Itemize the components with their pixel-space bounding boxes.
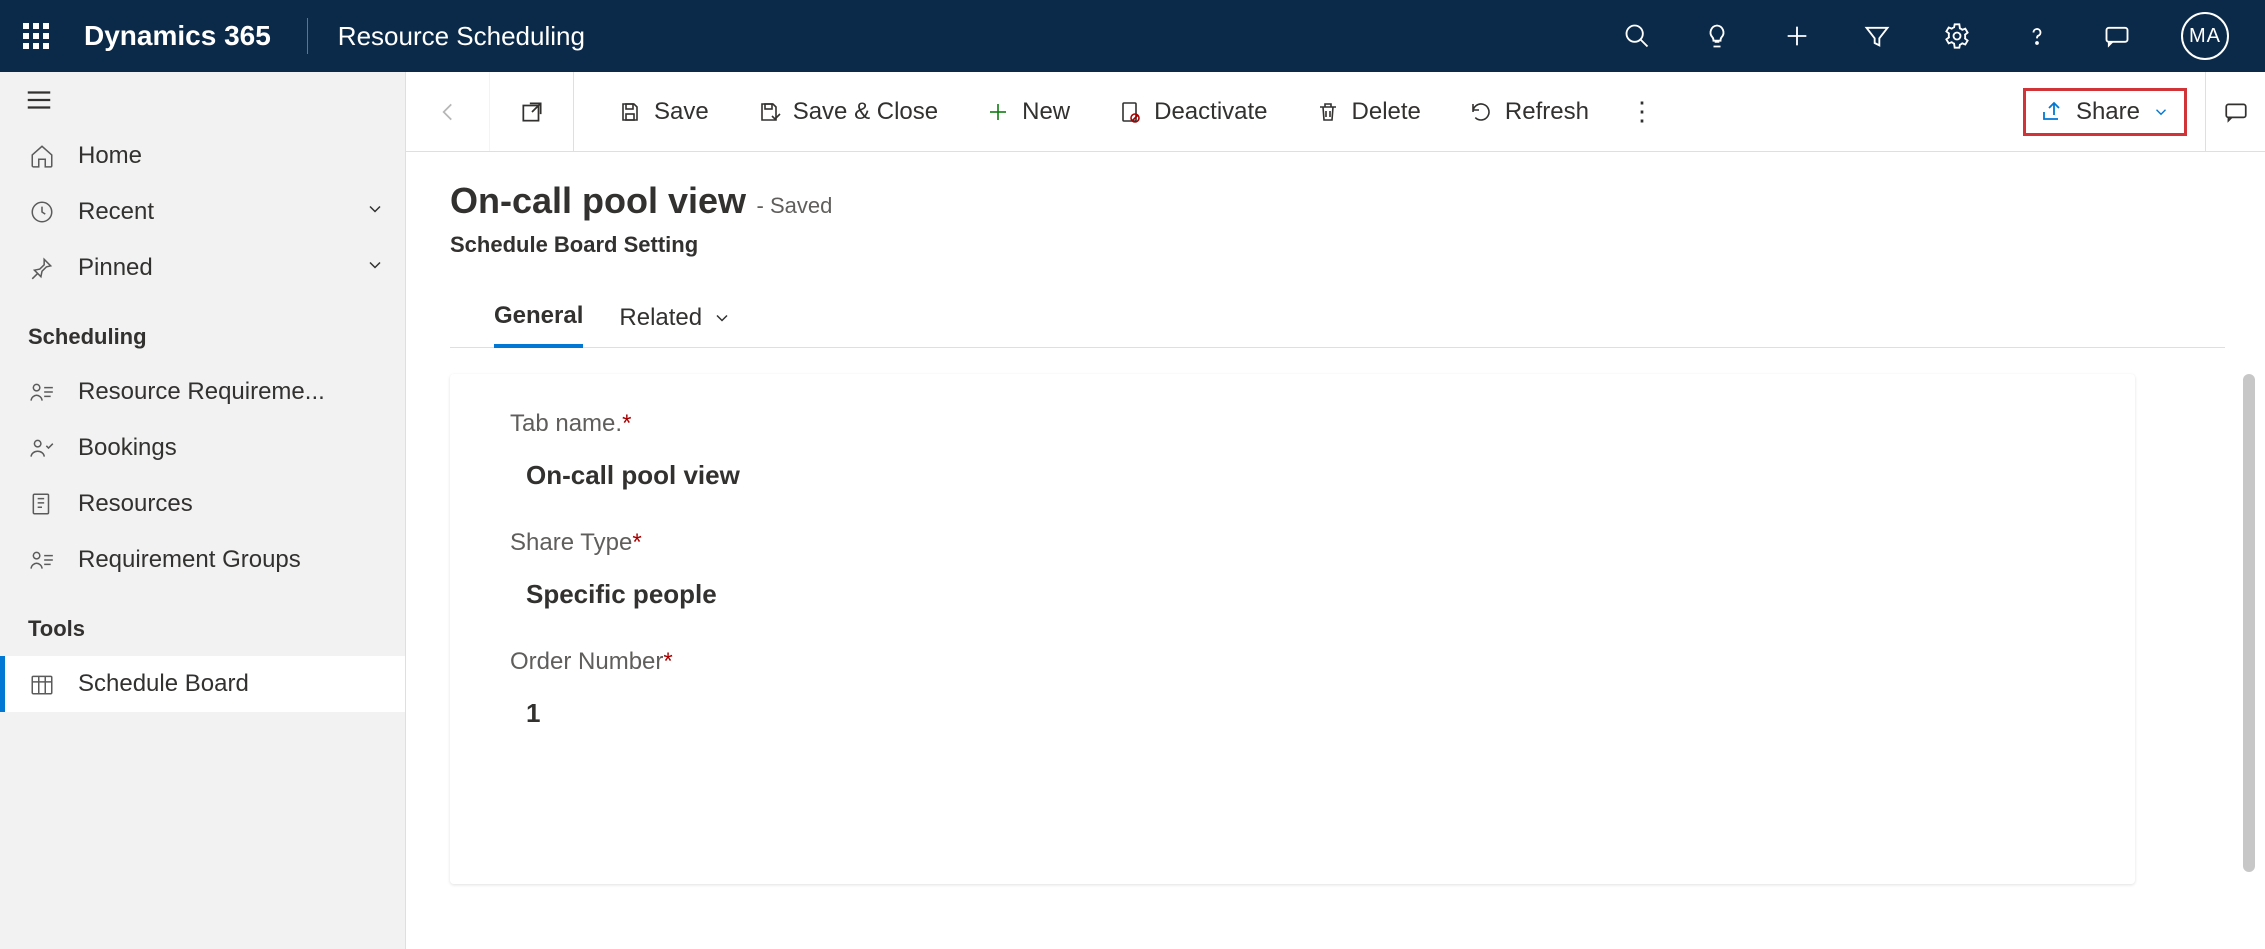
share-button[interactable]: Share <box>2023 88 2187 136</box>
field-value[interactable]: On-call pool view <box>510 460 2075 491</box>
share-icon <box>2040 100 2064 124</box>
save-close-label: Save & Close <box>793 98 938 126</box>
form-section-general: Tab name.* On-call pool view Share Type*… <box>450 374 2135 884</box>
nav-item-label: Resource Requireme... <box>78 378 325 406</box>
nav-requirement-groups[interactable]: Requirement Groups <box>0 532 405 588</box>
command-bar: Save Save & Close New Deactivate Delete <box>406 72 2265 152</box>
delete-label: Delete <box>1352 98 1421 126</box>
global-top-bar: Dynamics 365 Resource Scheduling MA <box>0 0 2265 72</box>
tab-general[interactable]: General <box>494 292 583 348</box>
clock-icon <box>28 198 56 226</box>
chevron-down-icon <box>2152 103 2170 121</box>
refresh-button[interactable]: Refresh <box>1465 90 1593 134</box>
filter-icon[interactable] <box>1861 20 1893 52</box>
tab-related[interactable]: Related <box>619 294 732 346</box>
people-list-icon <box>28 378 56 406</box>
main-content: Save Save & Close New Deactivate Delete <box>406 72 2265 949</box>
more-commands-button[interactable]: ⋮ <box>1629 96 1655 127</box>
field-value[interactable]: Specific people <box>510 579 2075 610</box>
nav-pinned-label: Pinned <box>78 254 153 282</box>
resources-icon <box>28 490 56 518</box>
field-label: Tab name.* <box>510 410 2075 438</box>
record-header: On-call pool view - Saved Schedule Board… <box>406 152 2265 348</box>
person-check-icon <box>28 434 56 462</box>
search-icon[interactable] <box>1621 20 1653 52</box>
home-icon <box>28 142 56 170</box>
nav-item-label: Schedule Board <box>78 670 249 698</box>
waffle-icon <box>23 23 49 49</box>
nav-home-label: Home <box>78 142 142 170</box>
open-new-window-button[interactable] <box>490 72 574 151</box>
field-label: Order Number* <box>510 648 2075 676</box>
app-launcher-button[interactable] <box>12 12 60 60</box>
save-button[interactable]: Save <box>614 90 713 134</box>
nav-recent[interactable]: Recent <box>0 184 405 240</box>
record-entity-name: Schedule Board Setting <box>450 232 2225 258</box>
field-tab-name[interactable]: Tab name.* On-call pool view <box>510 410 2075 491</box>
app-name[interactable]: Resource Scheduling <box>338 21 585 52</box>
lightbulb-icon[interactable] <box>1701 20 1733 52</box>
nav-home[interactable]: Home <box>0 128 405 184</box>
nav-item-label: Bookings <box>78 434 177 462</box>
settings-gear-icon[interactable] <box>1941 20 1973 52</box>
save-label: Save <box>654 98 709 126</box>
tab-label: Related <box>619 304 702 332</box>
pin-icon <box>28 254 56 282</box>
chevron-down-icon <box>365 254 385 282</box>
nav-collapse-button[interactable] <box>0 72 405 128</box>
nav-section-scheduling: Scheduling <box>0 296 405 364</box>
nav-section-tools: Tools <box>0 588 405 656</box>
record-title: On-call pool view <box>450 180 746 221</box>
field-label: Share Type* <box>510 529 2075 557</box>
left-nav: Home Recent Pinned Scheduling <box>0 72 406 949</box>
nav-schedule-board[interactable]: Schedule Board <box>0 656 405 712</box>
required-mark: * <box>622 410 631 437</box>
nav-item-label: Requirement Groups <box>78 546 301 574</box>
people-list-icon <box>28 546 56 574</box>
tab-label: General <box>494 302 583 330</box>
user-avatar[interactable]: MA <box>2181 12 2229 60</box>
field-share-type[interactable]: Share Type* Specific people <box>510 529 2075 610</box>
form-scrollbar[interactable] <box>2243 374 2255 872</box>
top-utility-icons: MA <box>1621 12 2229 60</box>
delete-button[interactable]: Delete <box>1312 90 1425 134</box>
deactivate-button[interactable]: Deactivate <box>1114 90 1271 134</box>
avatar-initials: MA <box>2189 25 2221 48</box>
nav-recent-label: Recent <box>78 198 154 226</box>
nav-item-label: Resources <box>78 490 193 518</box>
back-button <box>406 72 490 151</box>
field-value[interactable]: 1 <box>510 698 2075 729</box>
nav-pinned[interactable]: Pinned <box>0 240 405 296</box>
required-mark: * <box>663 648 672 675</box>
calendar-board-icon <box>28 670 56 698</box>
field-order-number[interactable]: Order Number* 1 <box>510 648 2075 729</box>
share-label: Share <box>2076 98 2140 126</box>
top-separator <box>307 18 308 54</box>
deactivate-label: Deactivate <box>1154 98 1267 126</box>
form-body: Tab name.* On-call pool view Share Type*… <box>406 348 2265 949</box>
chevron-down-icon <box>712 308 732 328</box>
nav-resources[interactable]: Resources <box>0 476 405 532</box>
brand-name[interactable]: Dynamics 365 <box>84 20 271 52</box>
new-label: New <box>1022 98 1070 126</box>
form-tabs: General Related <box>450 292 2225 348</box>
refresh-label: Refresh <box>1505 98 1589 126</box>
assistant-side-panel-button[interactable] <box>2205 72 2265 151</box>
record-save-state: - Saved <box>757 193 833 218</box>
nav-bookings[interactable]: Bookings <box>0 420 405 476</box>
help-icon[interactable] <box>2021 20 2053 52</box>
plus-icon[interactable] <box>1781 20 1813 52</box>
save-close-button[interactable]: Save & Close <box>753 90 942 134</box>
required-mark: * <box>632 529 641 556</box>
assistant-panel-icon[interactable] <box>2101 20 2133 52</box>
chevron-down-icon <box>365 198 385 226</box>
new-button[interactable]: New <box>982 90 1074 134</box>
nav-resource-requirements[interactable]: Resource Requireme... <box>0 364 405 420</box>
